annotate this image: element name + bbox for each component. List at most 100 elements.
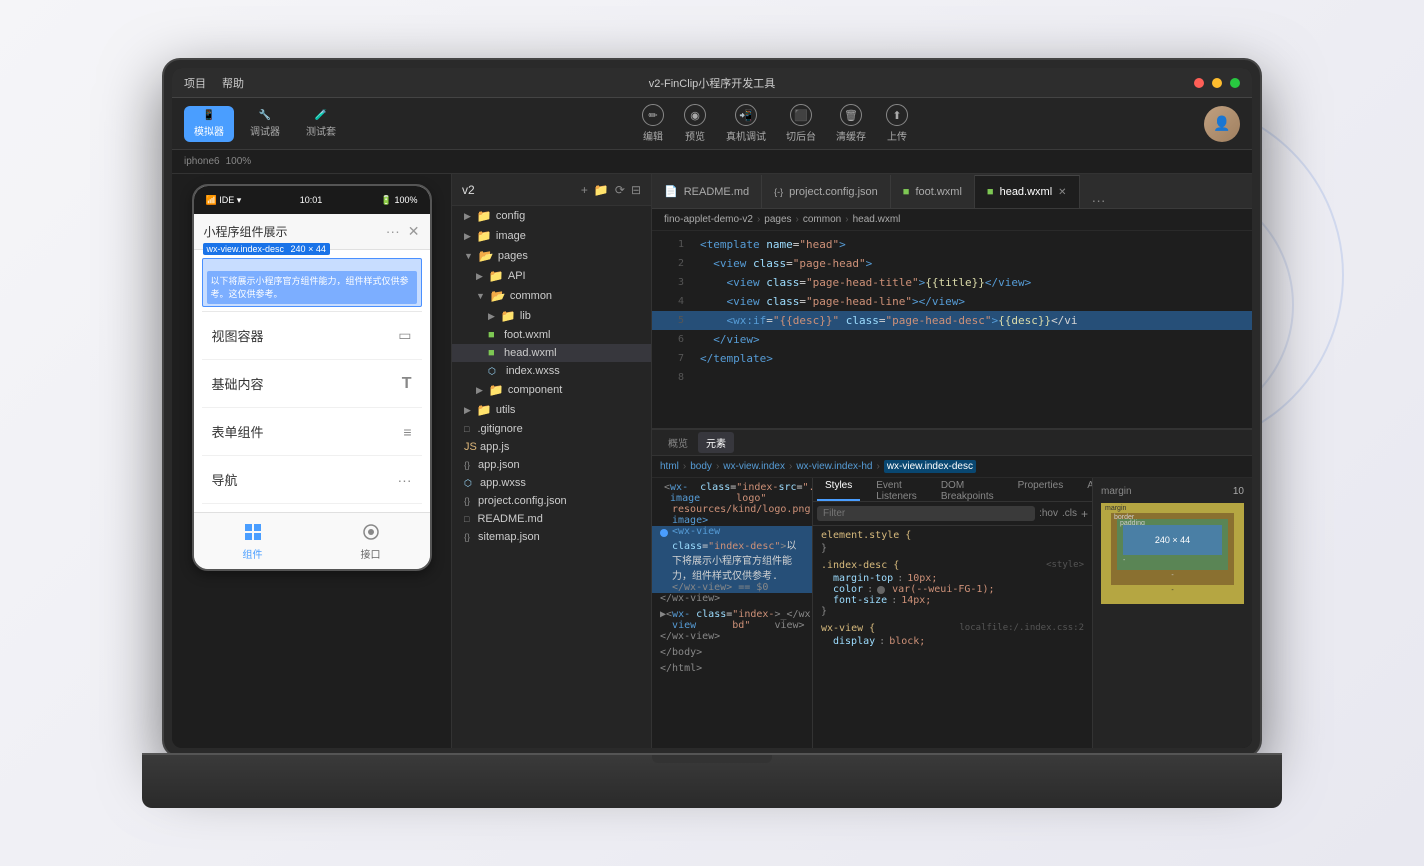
mode-debugger[interactable]: 🔧 调试器	[240, 106, 290, 142]
action-background-label: 切后台	[786, 128, 816, 143]
tab-foot-wxml[interactable]: ■ foot.wxml	[891, 175, 975, 208]
tree-item-utils[interactable]: ▶ 📁 utils	[452, 400, 651, 420]
mode-test-label: 测试套	[306, 123, 336, 138]
tree-item-lib[interactable]: ▶ 📁 lib	[452, 306, 651, 326]
elem-html[interactable]: html	[660, 461, 679, 472]
nav-item-api[interactable]: 接口	[360, 521, 382, 561]
line-number: 2	[660, 256, 684, 272]
tree-item-app-wxss[interactable]: ⬡ app.wxss	[452, 474, 651, 492]
chevron-icon: ▶	[488, 311, 495, 322]
device-bar: iphone6 100%	[172, 150, 1252, 174]
tree-item-app-js[interactable]: JS app.js	[452, 438, 651, 456]
phone-more-icon[interactable]: ···	[386, 223, 400, 240]
elem-wx-view-desc[interactable]: wx-view.index-desc	[884, 460, 976, 473]
elem-wx-view-hd[interactable]: wx-view.index-hd	[796, 461, 872, 472]
filter-hints: :hov	[1039, 508, 1058, 519]
action-clear-cache-label: 清缓存	[836, 128, 866, 143]
simulator-icon: 📱	[203, 110, 215, 121]
styles-tab-styles[interactable]: Styles	[817, 478, 860, 501]
folder-icon: 📁	[477, 403, 492, 417]
basic-content-icon: T	[402, 375, 412, 393]
styles-tab-events[interactable]: Event Listeners	[868, 478, 925, 501]
border-bottom-val: -	[1171, 572, 1173, 579]
html-tree[interactable]: <wx-image class="index-logo" src="../res…	[652, 478, 812, 748]
tab-close-icon[interactable]: ✕	[1058, 187, 1066, 198]
devtools-tab-overview[interactable]: 概览	[660, 432, 696, 453]
mode-simulator[interactable]: 📱 模拟器	[184, 106, 234, 142]
tree-item-index-wxss[interactable]: ⬡ index.wxss	[452, 362, 651, 380]
tree-item-pages[interactable]: ▼ 📂 pages	[452, 246, 651, 266]
tree-item-common[interactable]: ▼ 📂 common	[452, 286, 651, 306]
elem-body[interactable]: body	[690, 461, 712, 472]
html-line-selected: <wx-view class="index-desc">以下将展示小程序官方组件…	[652, 526, 812, 593]
js-file-icon: JS	[464, 441, 476, 453]
tree-item-label: pages	[498, 250, 528, 262]
mode-test[interactable]: 🧪 测试套	[296, 106, 346, 142]
tree-item-config[interactable]: ▶ 📁 config	[452, 206, 651, 226]
menu-item-help[interactable]: 帮助	[222, 75, 244, 91]
maximize-button[interactable]	[1230, 78, 1240, 88]
menu-item-form[interactable]: 表单组件 ≡	[202, 408, 422, 456]
tree-item-image[interactable]: ▶ 📁 image	[452, 226, 651, 246]
tree-item-readme[interactable]: □ README.md	[452, 510, 651, 528]
css-block-close: }	[821, 543, 827, 554]
tree-item-head-wxml[interactable]: ■ head.wxml	[452, 344, 651, 362]
tree-item-label: .gitignore	[477, 423, 522, 435]
styles-tab-dom-breakpoints[interactable]: DOM Breakpoints	[933, 478, 1002, 501]
filter-input[interactable]	[817, 506, 1035, 521]
editor-area: 1 <template name="head"> 2 <view class="…	[652, 231, 1252, 748]
tab-overflow-icon[interactable]: ···	[1084, 192, 1114, 208]
close-button[interactable]	[1194, 78, 1204, 88]
code-area[interactable]: 1 <template name="head"> 2 <view class="…	[652, 231, 1252, 428]
tree-item-label: app.json	[478, 459, 520, 471]
action-preview[interactable]: ◉ 预览	[684, 104, 706, 143]
tree-item-sitemap[interactable]: {} sitemap.json	[452, 528, 651, 546]
tree-item-component[interactable]: ▶ 📁 component	[452, 380, 651, 400]
elem-wx-view-index[interactable]: wx-view.index	[723, 461, 785, 472]
nav-item-component[interactable]: 组件	[242, 521, 264, 561]
refresh-icon[interactable]: ⟳	[615, 183, 625, 197]
margin-label: margin	[1105, 505, 1126, 512]
phone-menu-list: 视图容器 ▭ 基础内容 T 表单组件 ≡	[202, 311, 422, 504]
tab-project-config[interactable]: {-} project.config.json	[762, 175, 891, 208]
selected-element: wx-view.index-desc 240 × 44 以下将展示小程序官方组件…	[202, 258, 422, 307]
tree-item-api[interactable]: ▶ 📁 API	[452, 266, 651, 286]
menu-item-project[interactable]: 项目	[184, 75, 206, 91]
action-clear-cache[interactable]: 🗑 清缓存	[836, 104, 866, 143]
collapse-icon[interactable]: ⊟	[631, 183, 641, 197]
action-upload[interactable]: ⬆ 上传	[886, 104, 908, 143]
box-model-panel: margin 10 margin border	[1092, 478, 1252, 748]
tree-item-app-json[interactable]: {} app.json	[452, 456, 651, 474]
foot-wxml-icon: ■	[903, 186, 910, 198]
action-background[interactable]: ⬛ 切后台	[786, 104, 816, 143]
tree-item-project-config[interactable]: {} project.config.json	[452, 492, 651, 510]
new-file-icon[interactable]: +	[581, 183, 588, 197]
menu-item-basic-content[interactable]: 基础内容 T	[202, 360, 422, 408]
css-value: 14px;	[901, 595, 931, 606]
menu-item-view-container[interactable]: 视图容器 ▭	[202, 312, 422, 360]
filter-add[interactable]: +	[1081, 507, 1088, 521]
tab-readme[interactable]: 📄 README.md	[652, 175, 762, 208]
css-block-close: }	[821, 606, 1084, 617]
new-folder-icon[interactable]: 📁	[594, 183, 609, 197]
tab-head-wxml[interactable]: ■ head.wxml ✕	[975, 175, 1080, 208]
line-number: 4	[660, 294, 684, 310]
phone-panel: 📶 IDE ▾ 10:01 🔋 100% 小程序组件展示 ··· ✕	[172, 174, 452, 748]
phone-close-icon[interactable]: ✕	[408, 223, 420, 240]
nav-label-component: 组件	[243, 546, 263, 561]
devtools-tab-elements[interactable]: 元素	[698, 432, 734, 453]
tree-item-gitignore[interactable]: □ .gitignore	[452, 420, 651, 438]
user-avatar[interactable]: 👤	[1204, 106, 1240, 142]
styles-tab-properties[interactable]: Properties	[1010, 478, 1072, 501]
minimize-button[interactable]	[1212, 78, 1222, 88]
form-icon: ≡	[403, 424, 411, 440]
menu-item-nav[interactable]: 导航 ···	[202, 456, 422, 504]
elem-sep: ›	[683, 461, 686, 472]
mode-buttons: 📱 模拟器 🔧 调试器 🧪 测试套	[184, 106, 346, 142]
tree-item-foot-wxml[interactable]: ■ foot.wxml	[452, 326, 651, 344]
folder-icon: 📁	[477, 209, 492, 223]
action-device-debug[interactable]: 📲 真机调试	[726, 104, 766, 143]
action-edit-label: 编辑	[643, 128, 663, 143]
action-edit[interactable]: ✏ 编辑	[642, 104, 664, 143]
breadcrumb-sep: ›	[796, 214, 799, 225]
